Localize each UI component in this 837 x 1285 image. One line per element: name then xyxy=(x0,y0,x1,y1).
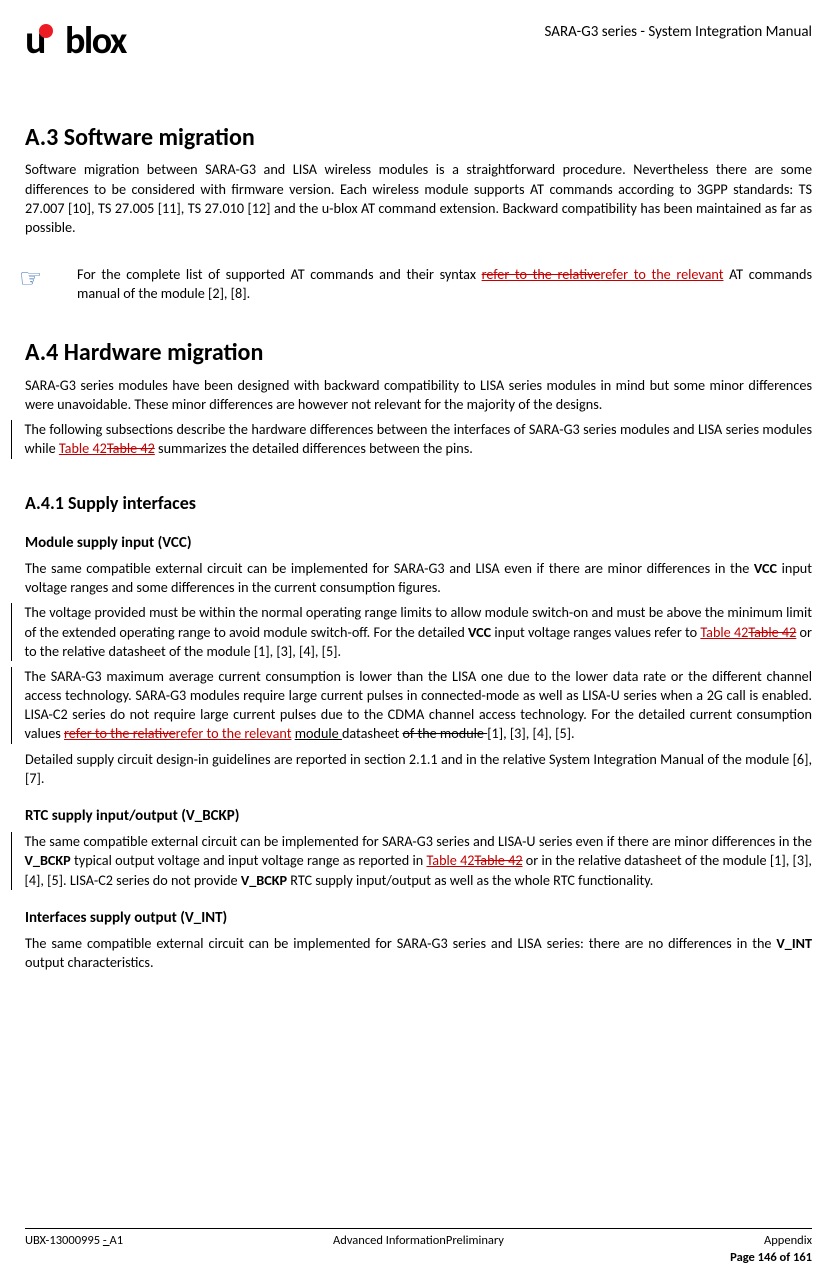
vcc-p2c: input voltage ranges values refer to xyxy=(491,623,700,641)
pointing-hand-icon: ☞ xyxy=(19,265,49,303)
vbckp-p1c: typical output voltage and input voltage… xyxy=(71,851,427,869)
vcc-bold: VCC xyxy=(754,559,777,577)
vbckp-p1: The same compatible external circuit can… xyxy=(11,832,812,890)
vcc-p4: Detailed supply circuit design-in guidel… xyxy=(25,750,812,788)
note-deleted-link: refer to the relative xyxy=(482,265,601,283)
vcc-table-link-new[interactable]: Table 42 xyxy=(700,623,748,641)
heading-vcc: Module supply input (VCC) xyxy=(25,533,812,553)
vcc-p2: The voltage provided must be within the … xyxy=(11,603,812,661)
doc-id-ins: - xyxy=(103,1233,110,1248)
vcc-p3-ins2: module xyxy=(295,724,342,742)
note-block: ☞ For the complete list of supported AT … xyxy=(25,265,812,303)
vint-p1: The same compatible external circuit can… xyxy=(25,934,812,972)
vcc-p3b: datasheet xyxy=(342,724,403,742)
vcc-p1: The same compatible external circuit can… xyxy=(25,559,812,597)
a4-p2-post: summarizes the detailed differences betw… xyxy=(155,439,473,457)
heading-a41: A.4.1 Supply interfaces xyxy=(25,491,812,515)
footer-left: UBX-13000995 - A1 xyxy=(25,1233,123,1267)
a4-paragraph-1: SARA-G3 series modules have been designe… xyxy=(25,376,812,414)
heading-vbckp: RTC supply input/output (V_BCKP) xyxy=(25,806,812,826)
page-header: u blox SARA-G3 series - System Integrati… xyxy=(25,20,812,62)
a4-table-link-new[interactable]: Table 42 xyxy=(59,439,107,457)
logo-dot-icon xyxy=(39,24,53,38)
footer-section: Appendix xyxy=(730,1233,812,1250)
footer-right: Appendix Page 146 of 161 xyxy=(730,1233,812,1267)
vcc-p1a: The same compatible external circuit can… xyxy=(25,559,754,577)
vcc-p3c: [1], [3], [4], [5]. xyxy=(487,724,574,742)
vint-bold: V_INT xyxy=(776,934,812,952)
vcc-p3-del2: of the module xyxy=(402,724,487,742)
footer-center: Advanced InformationPreliminary xyxy=(333,1233,504,1250)
ublox-logo: u blox xyxy=(25,20,126,62)
vint-p1a: The same compatible external circuit can… xyxy=(25,934,776,952)
note-pre: For the complete list of supported AT co… xyxy=(77,265,482,283)
heading-a4: A.4 Hardware migration xyxy=(25,337,812,369)
vcc-p3-del1: refer to the relative xyxy=(64,724,176,742)
note-text: For the complete list of supported AT co… xyxy=(77,265,812,303)
vbckp-p1a: The same compatible external circuit can… xyxy=(25,832,813,850)
page-footer: UBX-13000995 - A1 Advanced InformationPr… xyxy=(25,1228,812,1267)
vcc-p3: The SARA-G3 maximum average current cons… xyxy=(11,667,812,744)
note-inserted-link[interactable]: refer to the relevant xyxy=(600,265,723,283)
vbckp-table-link-del: Table 42 xyxy=(475,851,523,869)
vcc-p3-ins1[interactable]: refer to the relevant xyxy=(176,724,292,742)
vbckp-bold: V_BCKP xyxy=(25,851,71,869)
vcc-bold2: VCC xyxy=(468,623,491,641)
logo-wordmark: blox xyxy=(65,22,126,60)
vint-p1c: output characteristics. xyxy=(25,953,154,971)
vcc-table-link-del: Table 42 xyxy=(748,623,796,641)
vbckp-table-link-new[interactable]: Table 42 xyxy=(426,851,474,869)
vbckp-p1e: RTC supply input/output as well as the w… xyxy=(287,871,653,889)
heading-a3: A.3 Software migration xyxy=(25,122,812,154)
doc-id: UBX-13000995 xyxy=(25,1233,103,1248)
a4-paragraph-2: The following subsections describe the h… xyxy=(11,420,812,458)
logo-mark: u xyxy=(25,20,67,62)
page-number: Page 146 of 161 xyxy=(730,1250,812,1267)
a4-table-link-del: Table 42 xyxy=(107,439,155,457)
document-title: SARA-G3 series - System Integration Manu… xyxy=(544,22,812,42)
heading-vint: Interfaces supply output (V_INT) xyxy=(25,908,812,928)
vbckp-bold2: V_BCKP xyxy=(241,871,287,889)
doc-rev: A1 xyxy=(110,1233,124,1248)
a3-paragraph-1: Software migration between SARA-G3 and L… xyxy=(25,160,812,237)
